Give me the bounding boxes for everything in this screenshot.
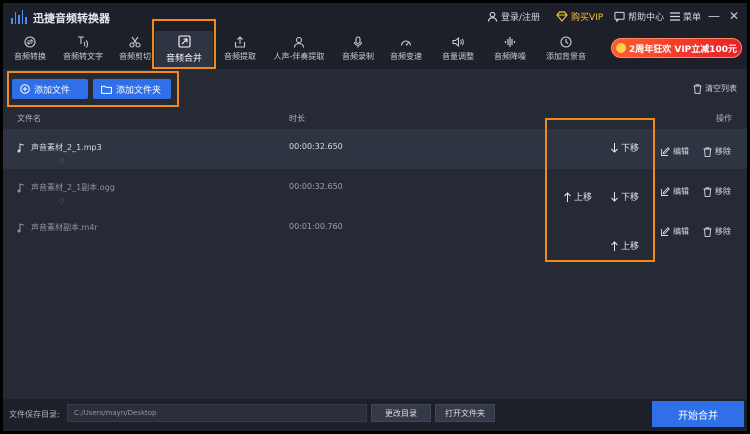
volume-icon (452, 36, 464, 48)
hamburger-icon (670, 12, 680, 21)
feature-toolbar: 音频转换 音频转文字 音频剪切 音频合并 音频提取 人声-伴奏提取 音频录制 音… (3, 31, 747, 69)
file-duration: 00:00:32.650 (289, 182, 343, 191)
column-operations: 操作 (716, 114, 732, 123)
file-name: 声音素材_2_1副本.ogg (31, 183, 115, 192)
tool-add-background-music[interactable]: 添加背景音 (537, 31, 595, 67)
highlight-move-buttons (545, 118, 655, 262)
user-icon (487, 11, 498, 22)
remove-button[interactable]: 移除 (703, 226, 731, 237)
edit-label: 编辑 (673, 147, 689, 156)
convert-icon (24, 36, 36, 48)
music-note-icon (17, 222, 25, 232)
speed-icon (400, 40, 412, 46)
highlight-add-buttons (7, 71, 179, 107)
tool-label: 音频变速 (390, 52, 422, 61)
change-dir-button[interactable]: 更改目录 (371, 404, 431, 422)
tool-label: 音频录制 (342, 52, 374, 61)
diamond-icon (556, 11, 568, 22)
login-button[interactable]: 登录/注册 (487, 10, 540, 23)
tool-audio-convert[interactable]: 音频转换 (7, 31, 53, 67)
menu-button[interactable]: 菜单 (670, 10, 701, 23)
trash-icon (693, 83, 702, 94)
file-name-cell: 声音素材_2_1.mp3 (17, 142, 102, 153)
remove-label: 移除 (715, 147, 731, 156)
file-name-cell: 声音素材副本.m4r (17, 222, 98, 233)
tool-audio-extract[interactable]: 音频提取 (217, 31, 263, 67)
save-dir-label: 文件保存目录: (9, 410, 60, 419)
dot-marker: ○ (59, 197, 65, 204)
trash-icon (703, 146, 712, 157)
tool-label: 音频转换 (14, 52, 46, 61)
buy-vip-label: 购买VIP (571, 13, 604, 23)
remove-button[interactable]: 移除 (703, 186, 731, 197)
open-folder-button[interactable]: 打开文件夹 (435, 404, 495, 422)
login-label: 登录/注册 (501, 13, 541, 23)
file-name-cell: 声音素材_2_1副本.ogg (17, 182, 115, 193)
column-duration: 时长 (289, 114, 305, 123)
tool-audio-denoise[interactable]: 音频降噪 (487, 31, 533, 67)
tool-label: 音量调整 (442, 52, 474, 61)
edit-label: 编辑 (673, 227, 689, 236)
chat-icon (614, 11, 625, 22)
clear-list-button[interactable]: 清空列表 (693, 83, 737, 94)
speech-to-text-icon (77, 36, 88, 48)
remove-label: 移除 (715, 227, 731, 236)
denoise-icon (504, 37, 516, 47)
trash-icon (703, 186, 712, 197)
help-center-button[interactable]: 帮助中心 (614, 10, 664, 23)
tool-audio-cut[interactable]: 音频剪切 (113, 31, 157, 67)
tool-audio-record[interactable]: 音频录制 (335, 31, 381, 67)
background-music-icon (560, 36, 572, 48)
music-note-icon (17, 142, 25, 152)
vocal-icon (293, 36, 305, 48)
tool-label: 音频转文字 (63, 52, 103, 61)
app-logo-icon (11, 10, 27, 24)
help-center-label: 帮助中心 (628, 13, 665, 23)
title-bar: 迅捷音频转换器 登录/注册 购买VIP 帮助中心 菜单 — ✕ (3, 3, 747, 31)
tool-speech-to-text[interactable]: 音频转文字 (55, 31, 111, 67)
extract-icon (234, 36, 246, 48)
file-name: 声音素材_2_1.mp3 (31, 143, 102, 152)
buy-vip-button[interactable]: 购买VIP (556, 10, 603, 23)
tool-label: 音频提取 (224, 52, 256, 61)
trash-icon (703, 226, 712, 237)
dot-marker: ○ (59, 157, 65, 164)
minimize-button[interactable]: — (707, 8, 721, 24)
highlight-merge-tab (152, 19, 216, 69)
remove-button[interactable]: 移除 (703, 146, 731, 157)
promo-text: 2周年狂欢 VIP立减100元 (628, 44, 738, 55)
edit-button[interactable]: 编辑 (661, 226, 689, 237)
column-filename: 文件名 (17, 114, 41, 123)
tool-label: 添加背景音 (546, 52, 586, 61)
microphone-icon (353, 36, 363, 48)
tool-audio-speed[interactable]: 音频变速 (383, 31, 429, 67)
edit-icon (661, 227, 670, 236)
edit-icon (661, 147, 670, 156)
edit-icon (661, 187, 670, 196)
file-duration: 00:00:32.650 (289, 142, 343, 151)
tool-vocal-extract[interactable]: 人声-伴奏提取 (265, 31, 333, 67)
edit-label: 编辑 (673, 187, 689, 196)
coin-icon (615, 43, 626, 53)
tool-label: 音频剪切 (119, 52, 151, 61)
tool-label: 音频降噪 (494, 52, 526, 61)
scissors-icon (129, 36, 141, 48)
close-button[interactable]: ✕ (727, 8, 741, 24)
edit-button[interactable]: 编辑 (661, 186, 689, 197)
promo-banner[interactable]: 2周年狂欢 VIP立减100元 (611, 38, 742, 58)
music-note-icon (17, 182, 25, 192)
clear-list-label: 清空列表 (705, 84, 737, 93)
edit-button[interactable]: 编辑 (661, 146, 689, 157)
tool-volume-adjust[interactable]: 音量调整 (435, 31, 481, 67)
remove-label: 移除 (715, 187, 731, 196)
tool-label: 人声-伴奏提取 (273, 52, 325, 61)
footer-bar: 文件保存目录: C:/Users/mayn/Desktop 更改目录 打开文件夹… (3, 399, 747, 431)
app-title: 迅捷音频转换器 (33, 12, 110, 25)
file-duration: 00:01:00.760 (289, 222, 343, 231)
menu-label: 菜单 (683, 13, 702, 23)
save-dir-field[interactable]: C:/Users/mayn/Desktop (67, 404, 367, 422)
start-merge-button[interactable]: 开始合并 (652, 401, 744, 427)
file-name: 声音素材副本.m4r (31, 223, 98, 232)
app-window: 迅捷音频转换器 登录/注册 购买VIP 帮助中心 菜单 — ✕ 音频转换 音频转… (3, 3, 747, 431)
